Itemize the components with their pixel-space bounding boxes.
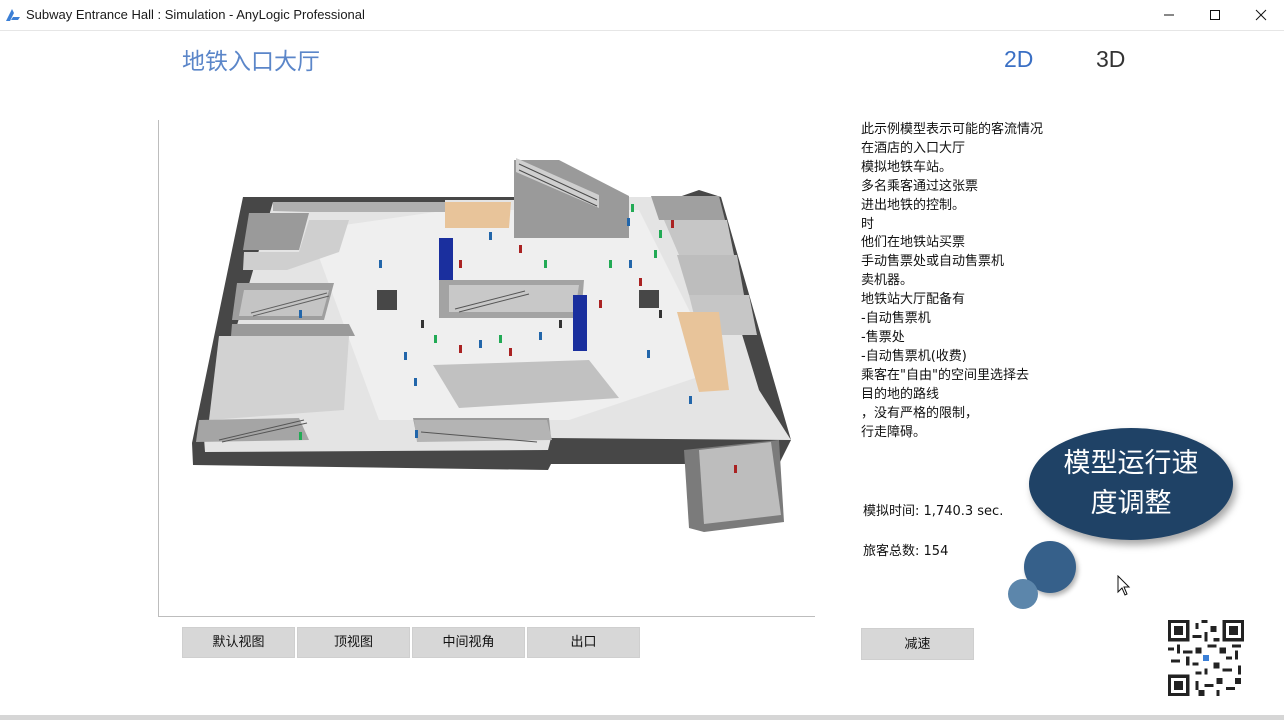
tab-2d[interactable]: 2D	[1004, 46, 1033, 73]
middle-view-button[interactable]: 中间视角	[412, 627, 525, 658]
page-title: 地铁入口大厅	[182, 49, 320, 75]
description-line: 在酒店的入口大厅	[861, 140, 966, 156]
description-line: 多名乘客通过这张票	[861, 178, 979, 194]
default-view-button[interactable]: 默认视图	[182, 627, 295, 658]
close-button[interactable]	[1238, 0, 1284, 30]
maximize-button[interactable]	[1192, 0, 1238, 30]
description-line: 目的地的路线	[861, 386, 940, 402]
close-icon	[1255, 9, 1267, 21]
callout-text: 模型运行速度调整	[1063, 448, 1199, 519]
description-line: 时	[861, 216, 875, 232]
station-3d-model	[192, 158, 791, 532]
description-line: 他们在地铁站买票	[861, 235, 966, 251]
callout-tail-small	[1008, 579, 1038, 609]
minimize-button[interactable]	[1146, 0, 1192, 30]
passenger-count-value: 154	[923, 544, 949, 559]
window-titlebar: Subway Entrance Hall : Simulation - AnyL…	[0, 0, 1284, 31]
description-line: 模拟地铁车站。	[861, 159, 953, 175]
description-line: 手动售票处或自动售票机	[861, 254, 1005, 270]
description-line: 进出地铁的控制。	[861, 197, 966, 213]
passenger-count-label: 旅客总数:	[863, 544, 920, 559]
description-line: -售票处	[861, 329, 905, 345]
simulation-time-label: 模拟时间:	[863, 504, 920, 519]
description-line: 此示例模型表示可能的客流情况	[861, 122, 1044, 137]
description-line: -自动售票机	[861, 311, 931, 327]
qr-code-icon	[1168, 620, 1244, 696]
exit-view-button[interactable]: 出口	[527, 627, 640, 658]
slow-down-button[interactable]: 减速	[861, 628, 974, 660]
speed-adjust-callout: 模型运行速度调整	[1029, 428, 1233, 540]
description-line: 卖机器。	[861, 273, 914, 289]
window-bottom-border	[0, 715, 1284, 720]
maximize-icon	[1210, 10, 1220, 20]
description-line: -自动售票机(收费)	[861, 348, 967, 364]
description-line: ，没有严格的限制，	[861, 405, 979, 421]
model-description: 此示例模型表示可能的客流情况 在酒店的入口大厅 模拟地铁车站。 多名乘客通过这张…	[861, 121, 1043, 442]
top-view-button[interactable]: 顶视图	[297, 627, 410, 658]
minimize-icon	[1164, 14, 1174, 16]
simulation-3d-viewport[interactable]	[158, 120, 815, 617]
window-title: Subway Entrance Hall : Simulation - AnyL…	[26, 7, 365, 22]
passenger-count-readout: 旅客总数: 154	[863, 540, 948, 559]
simulation-time-readout: 模拟时间: 1,740.3 sec.	[863, 500, 1003, 519]
description-line: 地铁站大厅配备有	[861, 292, 966, 308]
description-line: 乘客在"自由"的空间里选择去	[861, 367, 1029, 383]
tab-3d[interactable]: 3D	[1096, 46, 1125, 73]
description-line: 行走障碍。	[861, 424, 927, 440]
simulation-time-value: 1,740.3 sec.	[923, 504, 1004, 519]
mouse-cursor-icon	[1117, 575, 1131, 596]
anylogic-logo-icon	[6, 9, 20, 21]
